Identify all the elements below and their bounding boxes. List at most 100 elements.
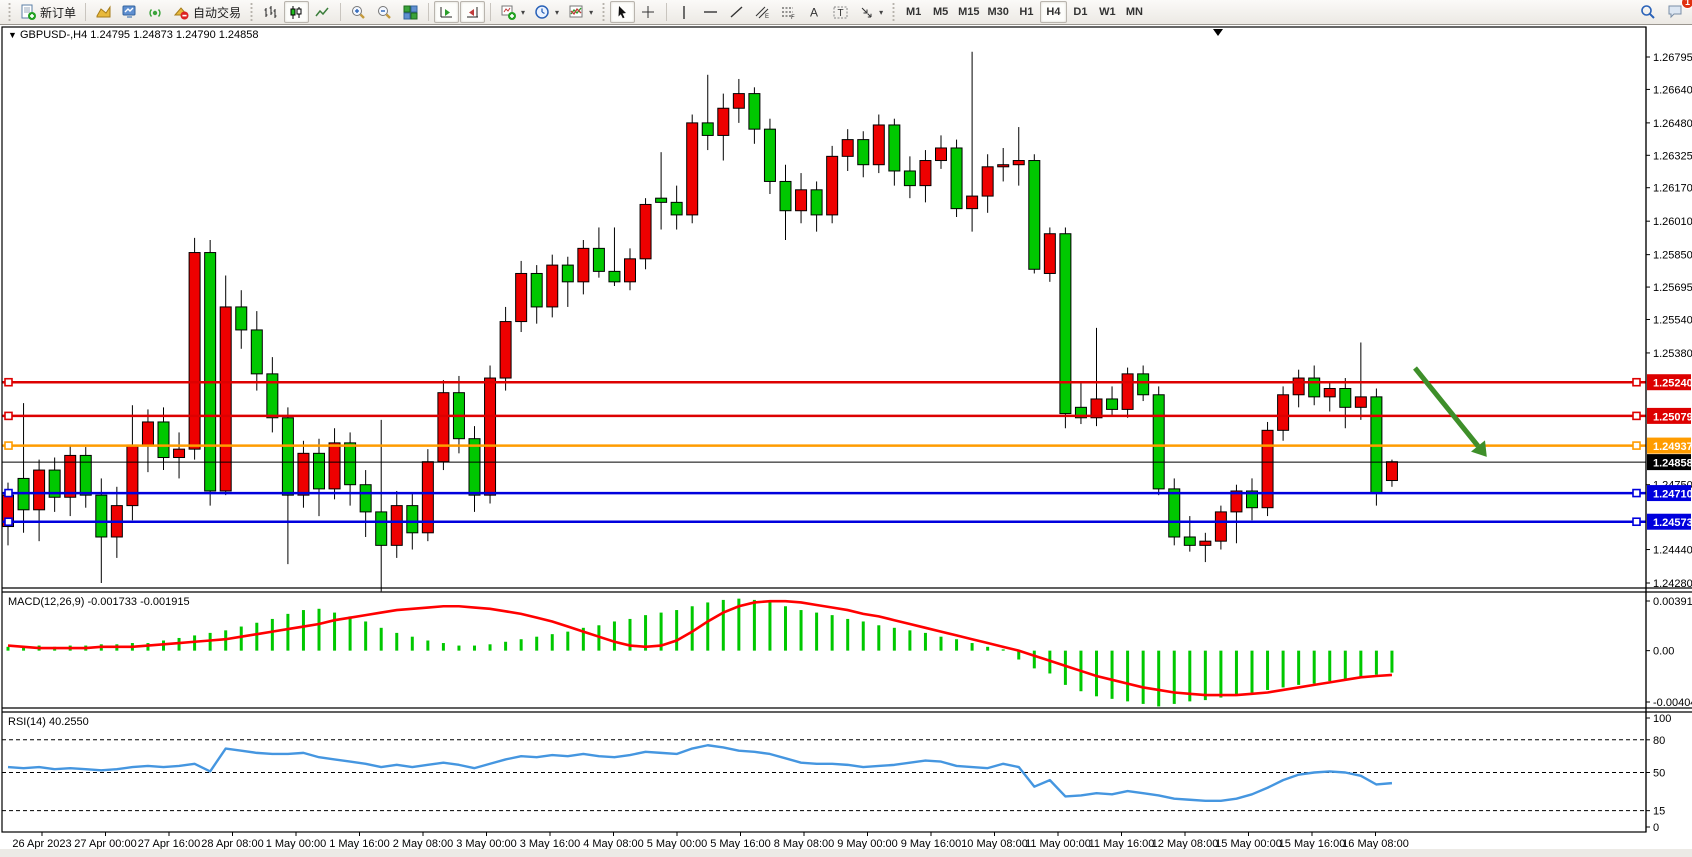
tab-timeframe-H1[interactable]: H1 bbox=[1013, 1, 1040, 23]
crosshair-icon bbox=[640, 4, 657, 21]
text-icon: A bbox=[806, 4, 823, 21]
signals-button[interactable] bbox=[143, 1, 168, 23]
line-handle[interactable] bbox=[1633, 490, 1640, 497]
price-tick-label: 1.26640 bbox=[1653, 84, 1692, 96]
date-tick-label: 9 May 16:00 bbox=[901, 838, 962, 850]
market-watch-button[interactable] bbox=[117, 1, 142, 23]
price-line-label: 1.24858 bbox=[1653, 458, 1692, 470]
date-tick-label: 9 May 00:00 bbox=[837, 838, 898, 850]
date-tick-label: 8 May 08:00 bbox=[774, 838, 835, 850]
auto-trading-icon bbox=[173, 4, 190, 21]
line-chart-button[interactable] bbox=[310, 1, 335, 23]
svg-text:▼: ▼ bbox=[8, 30, 17, 40]
chart-shift-button[interactable] bbox=[460, 1, 485, 23]
line-handle[interactable] bbox=[1633, 379, 1640, 386]
candle bbox=[1371, 388, 1382, 505]
rsi-tick-label: 80 bbox=[1653, 735, 1665, 747]
line-handle[interactable] bbox=[1633, 518, 1640, 525]
text-label-button[interactable]: T bbox=[828, 1, 853, 23]
new-chart-button[interactable]: ▾ bbox=[496, 1, 529, 23]
candlestick-chart-icon bbox=[288, 4, 305, 21]
candle bbox=[1060, 227, 1071, 428]
price-tick-label: 1.25540 bbox=[1653, 314, 1692, 326]
auto-trading-label: 自动交易 bbox=[193, 4, 241, 21]
indicators-icon bbox=[568, 4, 585, 21]
svg-text:E: E bbox=[765, 14, 769, 20]
price-tick-label: 1.25695 bbox=[1653, 282, 1692, 294]
macd-tick-label: -0.004049 bbox=[1653, 697, 1692, 709]
date-tick-label: 10 May 08:00 bbox=[961, 838, 1028, 850]
zoom-out-button[interactable] bbox=[372, 1, 397, 23]
auto-scroll-button[interactable] bbox=[434, 1, 459, 23]
price-tick-label: 1.26325 bbox=[1653, 150, 1692, 162]
line-handle[interactable] bbox=[5, 442, 12, 449]
price-tick-label: 1.26795 bbox=[1653, 52, 1692, 64]
tab-timeframe-M1[interactable]: M1 bbox=[900, 1, 927, 23]
price-tick-label: 1.26170 bbox=[1653, 183, 1692, 195]
line-handle[interactable] bbox=[5, 490, 12, 497]
bar-chart-button[interactable] bbox=[258, 1, 283, 23]
tab-timeframe-M5[interactable]: M5 bbox=[927, 1, 954, 23]
line-handle[interactable] bbox=[1633, 442, 1640, 449]
date-tick-label: 12 May 08:00 bbox=[1152, 838, 1219, 850]
candle bbox=[1044, 227, 1055, 281]
arrows-button[interactable]: ▾ bbox=[854, 1, 887, 23]
horizontal-line-icon bbox=[702, 4, 719, 21]
fibonacci-icon: F bbox=[780, 4, 797, 21]
tab-timeframe-H4[interactable]: H4 bbox=[1040, 1, 1067, 23]
candlestick-chart-button[interactable] bbox=[284, 1, 309, 23]
new-order-icon bbox=[20, 4, 37, 21]
auto-trading-button[interactable]: 自动交易 bbox=[169, 1, 245, 23]
cursor-icon bbox=[614, 4, 631, 21]
macd-tick-label: 0.003914 bbox=[1653, 596, 1692, 608]
date-tick-label: 3 May 00:00 bbox=[456, 838, 517, 850]
price-line-label: 1.24937 bbox=[1653, 441, 1692, 453]
periods-button[interactable]: ▾ bbox=[530, 1, 563, 23]
tile-windows-button[interactable] bbox=[398, 1, 423, 23]
toolbar-grip bbox=[7, 3, 12, 21]
chart-canvas[interactable]: ▼GBPUSD-,H4 1.24795 1.24873 1.24790 1.24… bbox=[0, 25, 1692, 857]
zoom-in-button[interactable] bbox=[346, 1, 371, 23]
price-line-label: 1.25240 bbox=[1653, 378, 1692, 390]
channel-button[interactable]: E bbox=[750, 1, 775, 23]
channel-icon: E bbox=[754, 4, 771, 21]
search-button[interactable] bbox=[1635, 1, 1661, 23]
date-tick-label: 1 May 00:00 bbox=[266, 838, 327, 850]
indicators-caret: ▾ bbox=[589, 8, 593, 17]
periods-clock-icon bbox=[534, 4, 551, 21]
tab-timeframe-D1[interactable]: D1 bbox=[1067, 1, 1094, 23]
horizontal-line-button[interactable] bbox=[698, 1, 723, 23]
vertical-line-button[interactable] bbox=[672, 1, 697, 23]
indicators-button[interactable]: ▾ bbox=[564, 1, 597, 23]
toolbar-separator bbox=[85, 3, 86, 21]
line-handle[interactable] bbox=[5, 379, 12, 386]
date-tick-label: 11 May 16:00 bbox=[1089, 838, 1155, 850]
line-handle[interactable] bbox=[5, 518, 12, 525]
cursor-button[interactable] bbox=[610, 1, 635, 23]
candle bbox=[1153, 386, 1164, 495]
tab-timeframe-M30[interactable]: M30 bbox=[984, 1, 1013, 23]
price-tick-label: 1.24280 bbox=[1653, 578, 1692, 590]
tab-timeframe-M15[interactable]: M15 bbox=[954, 1, 983, 23]
line-handle[interactable] bbox=[5, 412, 12, 419]
tab-timeframe-MN[interactable]: MN bbox=[1121, 1, 1148, 23]
tile-windows-icon bbox=[402, 4, 419, 21]
vertical-line-icon bbox=[676, 4, 693, 21]
tab-timeframe-W1[interactable]: W1 bbox=[1094, 1, 1121, 23]
line-handle[interactable] bbox=[1633, 412, 1640, 419]
candle bbox=[485, 365, 496, 503]
crosshair-button[interactable] bbox=[636, 1, 661, 23]
rsi-tick-label: 100 bbox=[1653, 713, 1671, 725]
new-order-label: 新订单 bbox=[40, 4, 76, 21]
profiles-button[interactable] bbox=[91, 1, 116, 23]
candle bbox=[189, 238, 200, 460]
toolbar-separator bbox=[490, 3, 491, 21]
window-bottom-strip bbox=[0, 849, 1692, 857]
new-order-button[interactable]: 新订单 bbox=[16, 1, 80, 23]
date-tick-label: 26 Apr 2023 bbox=[12, 838, 71, 850]
candle bbox=[205, 240, 216, 506]
trendline-button[interactable] bbox=[724, 1, 749, 23]
text-button[interactable]: A bbox=[802, 1, 827, 23]
symbol-quote-label: GBPUSD-,H4 1.24795 1.24873 1.24790 1.248… bbox=[20, 29, 259, 41]
fibonacci-button[interactable]: F bbox=[776, 1, 801, 23]
